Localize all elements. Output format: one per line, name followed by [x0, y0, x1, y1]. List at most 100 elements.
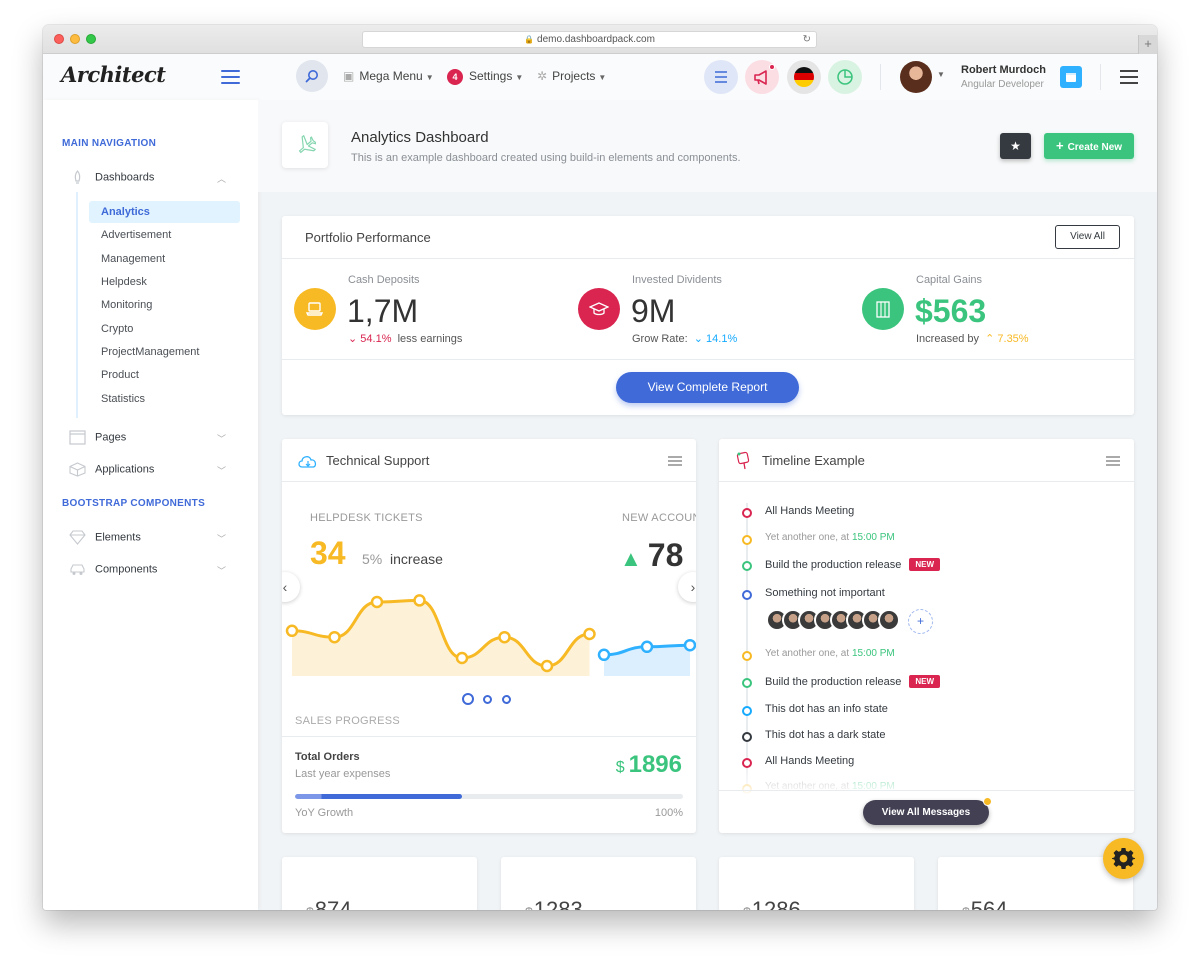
view-complete-report-button[interactable]: View Complete Report	[616, 372, 799, 403]
sidebar-subitem-advertisement[interactable]: Advertisement	[89, 224, 240, 246]
avatar-list	[766, 609, 900, 635]
settings-menu-label: Settings	[469, 69, 513, 83]
avatar[interactable]	[878, 609, 900, 631]
orders-amount: 1896	[628, 751, 682, 778]
chevron-down-icon: ▼	[515, 73, 524, 82]
chevron-down-icon: ▼	[598, 73, 607, 82]
header-search-button[interactable]	[296, 60, 328, 92]
zoom-window-button[interactable]	[86, 34, 96, 44]
sales-area-chart	[285, 594, 696, 676]
address-bar[interactable]: 🔒 demo.dashboardpack.com ↻	[362, 31, 817, 48]
sidebar-subitem-monitoring[interactable]: Monitoring	[89, 294, 240, 316]
bootstrap-components-heading: BOOTSTRAP COMPONENTS	[62, 498, 206, 509]
stat-change-value: 14.1%	[706, 333, 738, 345]
chevron-down-icon: ⌄	[348, 333, 358, 345]
diamond-icon	[69, 530, 86, 545]
view-all-messages-button[interactable]: View All Messages	[863, 797, 992, 825]
timeline-dot	[742, 590, 752, 600]
main-navigation-heading: MAIN NAVIGATION	[62, 138, 157, 149]
carousel-dot[interactable]	[483, 695, 492, 704]
sidebar-subitem-helpdesk[interactable]: Helpdesk	[89, 271, 240, 293]
sidebar-subitem-crypto[interactable]: Crypto	[89, 318, 240, 340]
theme-settings-button[interactable]	[1103, 838, 1144, 879]
timeline-dot	[742, 561, 752, 571]
sidebar-item-label: Dashboards	[95, 171, 155, 184]
main-content: Analytics Dashboard This is an example d…	[258, 100, 1157, 910]
sidebar-item-pages[interactable]: Pages	[69, 430, 126, 445]
sidebar-item-components[interactable]: Components	[69, 562, 157, 577]
sidebar-toggle-icon[interactable]	[221, 70, 240, 88]
technical-support-card: Technical Support HELPDESK TICKETS 34 5%…	[282, 439, 696, 833]
sidebar-item-dashboards[interactable]: Dashboards	[69, 170, 154, 185]
chevron-down-icon[interactable]: ﹀	[217, 432, 226, 445]
reload-icon[interactable]: ↻	[803, 32, 811, 47]
browser-icon	[69, 430, 86, 445]
chevron-down-icon[interactable]: ▼	[937, 70, 945, 79]
cloud-download-icon	[298, 456, 317, 468]
mini-stat-value: $874	[306, 897, 352, 910]
header-notifications-button[interactable]	[745, 60, 779, 94]
settings-dropdown[interactable]: 4 Settings ▼	[447, 69, 523, 85]
stat-change-text: Grow Rate:	[632, 333, 688, 345]
sidebar-subitem-projectmanagement[interactable]: ProjectManagement	[89, 341, 240, 363]
language-button[interactable]	[787, 60, 821, 94]
minimize-window-button[interactable]	[70, 34, 80, 44]
stat-label: Cash Deposits	[348, 274, 420, 286]
sidebar-item-elements[interactable]: Elements	[69, 530, 141, 545]
pie-chart-icon	[837, 69, 853, 85]
projects-dropdown[interactable]: ✲ Projects ▼	[537, 69, 606, 83]
stat-label: Invested Dividents	[632, 274, 722, 286]
create-new-button[interactable]: + Create New	[1044, 133, 1134, 159]
header-divider	[880, 64, 881, 90]
view-all-button[interactable]: View All	[1055, 225, 1120, 249]
sidebar-subitem-management[interactable]: Management	[89, 248, 240, 270]
card-menu-icon[interactable]	[668, 456, 682, 468]
timeline-item: This dot has an info state	[765, 703, 888, 715]
header-menu-icon[interactable]	[1120, 70, 1138, 88]
card-title: Portfolio Performance	[305, 230, 431, 245]
helpdesk-series-point	[540, 659, 554, 673]
mini-stat-card: $874	[282, 857, 477, 910]
mini-stat-value: $1286	[743, 897, 801, 910]
card-menu-icon[interactable]	[1106, 456, 1120, 468]
stat-change-value: 7.35%	[997, 333, 1029, 345]
ice-cream-icon	[736, 451, 750, 470]
mega-menu-label: Mega Menu	[359, 69, 423, 83]
address-url: demo.dashboardpack.com	[537, 34, 655, 45]
calendar-button[interactable]	[1060, 66, 1082, 88]
timeline-item: Something not important	[765, 587, 885, 599]
chevron-down-icon[interactable]: ﹀	[217, 564, 226, 577]
sidebar-item-applications[interactable]: Applications	[69, 462, 154, 477]
laptop-icon	[305, 302, 324, 316]
sidebar-subitem-analytics[interactable]: Analytics	[89, 201, 240, 223]
sidebar-item-label: Applications	[95, 463, 155, 476]
chevron-up-icon[interactable]: ︿	[217, 172, 226, 185]
add-avatar-button[interactable]: +	[908, 609, 933, 634]
carousel-dot[interactable]	[502, 695, 511, 704]
favorite-button[interactable]: ★	[1000, 133, 1031, 159]
mini-stat-amount: 1286	[751, 897, 801, 910]
chevron-down-icon[interactable]: ﹀	[217, 464, 226, 477]
header-grid-button[interactable]	[704, 60, 738, 94]
mega-menu-icon: ▣	[343, 69, 355, 83]
timeline-item-text: This dot has an info state	[765, 703, 888, 715]
sidebar-subitem-product[interactable]: Product	[89, 364, 240, 386]
chevron-down-icon[interactable]: ﹀	[217, 532, 226, 545]
mega-menu-dropdown[interactable]: ▣ Mega Menu ▼	[343, 69, 434, 83]
sidebar-item-label: Elements	[95, 531, 141, 544]
user-avatar[interactable]	[900, 61, 932, 93]
new-tab-button[interactable]: +	[1138, 35, 1157, 54]
new-badge: NEW	[909, 675, 941, 688]
close-window-button[interactable]	[54, 34, 64, 44]
page-title-bar: Analytics Dashboard This is an example d…	[258, 100, 1157, 192]
currency-symbol: $	[743, 904, 751, 910]
app-logo[interactable]: Architect	[61, 62, 166, 87]
total-orders-subtitle: Last year expenses	[295, 768, 391, 780]
timeline-item: Build the production release NEW	[765, 675, 941, 688]
header-chart-button[interactable]	[828, 60, 862, 94]
airplane-icon	[298, 135, 316, 154]
sidebar-subitem-statistics[interactable]: Statistics	[89, 388, 240, 410]
user-role: Angular Developer	[961, 79, 1044, 90]
carousel-dot[interactable]	[462, 693, 474, 705]
accounts-series-point	[640, 640, 654, 654]
